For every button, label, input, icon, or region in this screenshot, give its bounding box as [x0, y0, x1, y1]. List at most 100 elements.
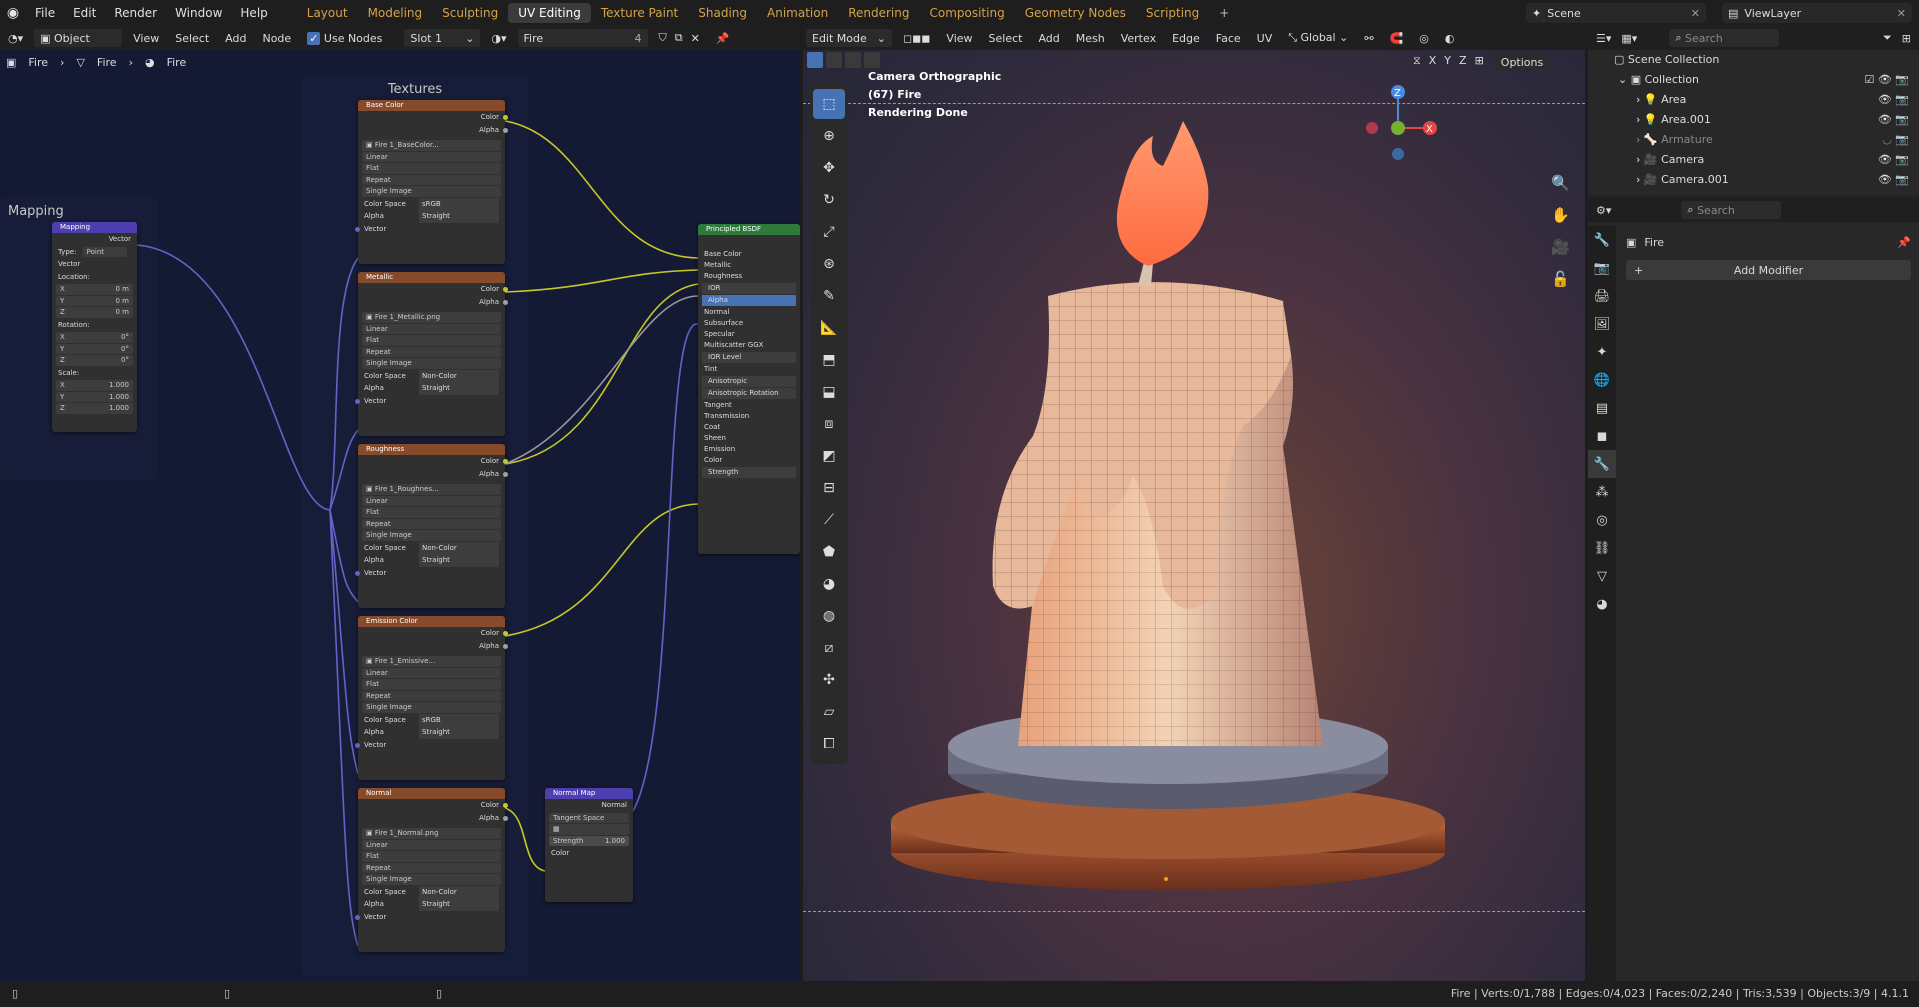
color-space-dropdown[interactable]: Color Space Non-Color [358, 541, 505, 554]
bsdf-input-row[interactable]: Anisotropic [702, 376, 796, 387]
alpha-mode-dropdown[interactable]: Alpha Straight [358, 210, 505, 223]
extension-dropdown[interactable]: Repeat [362, 346, 501, 357]
projection-dropdown[interactable]: Flat [362, 679, 501, 690]
source-dropdown[interactable]: Single Image [362, 186, 501, 197]
world-tab-icon[interactable]: 🌐 [1588, 366, 1616, 394]
scale-x-field[interactable]: X 1.000 [56, 380, 133, 391]
extension-dropdown[interactable]: Repeat [362, 174, 501, 185]
tab-uv-editing[interactable]: UV Editing [508, 3, 591, 23]
camera-view-icon[interactable]: 🎥 [1551, 238, 1570, 256]
properties-search-input[interactable]: ⌕ Search [1681, 201, 1782, 219]
alpha-mode-dropdown[interactable]: Alpha Straight [358, 726, 505, 739]
mapping-type-dropdown[interactable]: Point [82, 246, 127, 257]
color-space-dropdown[interactable]: Color Space sRGB [358, 197, 505, 210]
source-dropdown[interactable]: Single Image [362, 874, 501, 885]
source-dropdown[interactable]: Single Image [362, 530, 501, 541]
collection-tab-icon[interactable]: ▤ [1588, 394, 1616, 422]
add-workspace-button[interactable]: + [1209, 3, 1239, 23]
tab-scripting[interactable]: Scripting [1136, 3, 1209, 23]
menu-render[interactable]: Render [105, 6, 166, 20]
tab-rendering[interactable]: Rendering [838, 3, 919, 23]
outliner-row-camera[interactable]: › 🎥 Camera 👁 📷 [1588, 150, 1919, 170]
tab-shading[interactable]: Shading [688, 3, 757, 23]
visibility-icon[interactable]: 👁 📷 [1878, 90, 1909, 110]
image-texture-node[interactable]: Emission Color Color Alpha ▣ Fire 1_Emis… [355, 616, 508, 780]
space-dropdown[interactable]: Tangent Space [549, 812, 629, 823]
mapping-node[interactable]: Mapping Vector Type: Point Vector Locati… [52, 222, 137, 432]
image-texture-node[interactable]: Metallic Color Alpha ▣ Fire 1_Metallic.p… [355, 272, 508, 436]
alpha-mode-dropdown[interactable]: Alpha Straight [358, 382, 505, 395]
bsdf-input-row[interactable]: Multiscatter GGX [698, 340, 800, 351]
rotation-x-field[interactable]: X 0° [56, 332, 133, 343]
outliner-row-collection[interactable]: ⌄ ▣ Collection ☑ 👁 📷 [1588, 70, 1919, 90]
particles-tab-icon[interactable]: ⁂ [1588, 478, 1616, 506]
image-file-field[interactable]: ▣ Fire 1_Emissive... [362, 656, 501, 667]
location-z-field[interactable]: Z0 m [56, 307, 133, 318]
lock-icon[interactable]: 🔓 [1551, 270, 1570, 288]
tab-sculpting[interactable]: Sculpting [432, 3, 508, 23]
bsdf-input-row[interactable]: Emission [698, 444, 800, 455]
tab-animation[interactable]: Animation [757, 3, 838, 23]
bsdf-input-row[interactable]: Metallic [698, 260, 800, 271]
tab-texture-paint[interactable]: Texture Paint [591, 3, 688, 23]
shader-node-editor[interactable]: ◔▾ ▣ Object View Select Add Node ✓ Use N… [0, 26, 800, 981]
image-file-field[interactable]: ▣ Fire 1_Roughnes... [362, 484, 501, 495]
image-texture-node[interactable]: Normal Color Alpha ▣ Fire 1_Normal.png L… [355, 788, 508, 952]
pin-icon[interactable]: 📌 [1897, 236, 1911, 249]
add-modifier-button[interactable]: + Add Modifier [1626, 260, 1911, 280]
object-tab-icon[interactable]: ◼ [1588, 422, 1616, 450]
bsdf-input-row[interactable]: Anisotropic Rotation [702, 388, 796, 399]
output-tab-icon[interactable]: 🖨 [1588, 282, 1616, 310]
modifier-tab-icon[interactable]: 🔧 [1588, 450, 1616, 478]
visibility-icon[interactable]: ☑ 👁 📷 [1864, 70, 1909, 90]
editor-type-icon[interactable]: ⚙▾ [1596, 204, 1611, 217]
visibility-icon[interactable]: 👁 📷 [1878, 170, 1909, 190]
alpha-mode-dropdown[interactable]: Alpha Straight [358, 554, 505, 567]
menu-help[interactable]: Help [231, 6, 276, 20]
tab-modeling[interactable]: Modeling [358, 3, 433, 23]
scene-selector[interactable]: ✦ Scene ✕ [1526, 3, 1706, 23]
bsdf-input-row[interactable]: Base Color [698, 249, 800, 260]
bsdf-input-row[interactable]: Normal [698, 307, 800, 318]
rotation-z-field[interactable]: Z 0° [56, 355, 133, 366]
outliner-row-camera-001[interactable]: › 🎥 Camera.001 👁 📷 [1588, 170, 1919, 190]
tab-geometry-nodes[interactable]: Geometry Nodes [1015, 3, 1136, 23]
bsdf-input-row[interactable]: Transmission [698, 411, 800, 422]
outliner-row-scene-collection[interactable]: ▢ Scene Collection [1588, 50, 1919, 70]
new-collection-icon[interactable]: ⊞ [1902, 32, 1911, 45]
location-x-field[interactable]: X0 m [56, 284, 133, 295]
extension-dropdown[interactable]: Repeat [362, 690, 501, 701]
data-tab-icon[interactable]: ▽ [1588, 562, 1616, 590]
visibility-icon[interactable]: 👁 📷 [1878, 150, 1909, 170]
extension-dropdown[interactable]: Repeat [362, 862, 501, 873]
source-dropdown[interactable]: Single Image [362, 702, 501, 713]
normal-map-node[interactable]: Normal Map Normal Tangent Space ▦ Streng… [545, 788, 633, 902]
3d-viewport[interactable]: Edit Mode ⌄ ◻◼◼ View Select Add Mesh Vert… [803, 26, 1585, 981]
tab-layout[interactable]: Layout [297, 3, 358, 23]
expand-icon[interactable]: ⌄ [1618, 73, 1631, 86]
outliner-row-area[interactable]: › 💡 Area 👁 📷 [1588, 90, 1919, 110]
bsdf-input-row[interactable]: Coat [698, 422, 800, 433]
image-file-field[interactable]: ▣ Fire 1_BaseColor... [362, 140, 501, 151]
bsdf-input-row[interactable]: IOR [702, 283, 796, 294]
bsdf-input-row[interactable]: Strength [702, 467, 796, 478]
interpolation-dropdown[interactable]: Linear [362, 667, 501, 678]
location-y-field[interactable]: Y0 m [56, 295, 133, 306]
image-texture-node[interactable]: Roughness Color Alpha ▣ Fire 1_Roughnes.… [355, 444, 508, 608]
interpolation-dropdown[interactable]: Linear [362, 151, 501, 162]
extension-dropdown[interactable]: Repeat [362, 518, 501, 529]
display-mode-icon[interactable]: ▦▾ [1621, 32, 1637, 45]
editor-type-icon[interactable]: ☰▾ [1596, 32, 1611, 45]
menu-window[interactable]: Window [166, 6, 231, 20]
bsdf-input-row[interactable]: IOR Level [702, 352, 796, 363]
bsdf-input-row[interactable]: Alpha [702, 295, 796, 306]
tool-tab-icon[interactable]: 🔧 [1588, 226, 1616, 254]
close-icon[interactable]: ✕ [1897, 7, 1906, 20]
outliner[interactable]: ☰▾ ▦▾ ⌕ Search ⏷ ⊞ ▢ Scene Collection ⌄ … [1588, 26, 1919, 196]
menu-file[interactable]: File [26, 6, 64, 20]
interpolation-dropdown[interactable]: Linear [362, 323, 501, 334]
constraints-tab-icon[interactable]: ⛓ [1588, 534, 1616, 562]
alpha-mode-dropdown[interactable]: Alpha Straight [358, 898, 505, 911]
bsdf-input-row[interactable]: Color [698, 455, 800, 466]
principled-bsdf-node[interactable]: Principled BSDF Base Color Metallic Roughn… [698, 224, 800, 554]
